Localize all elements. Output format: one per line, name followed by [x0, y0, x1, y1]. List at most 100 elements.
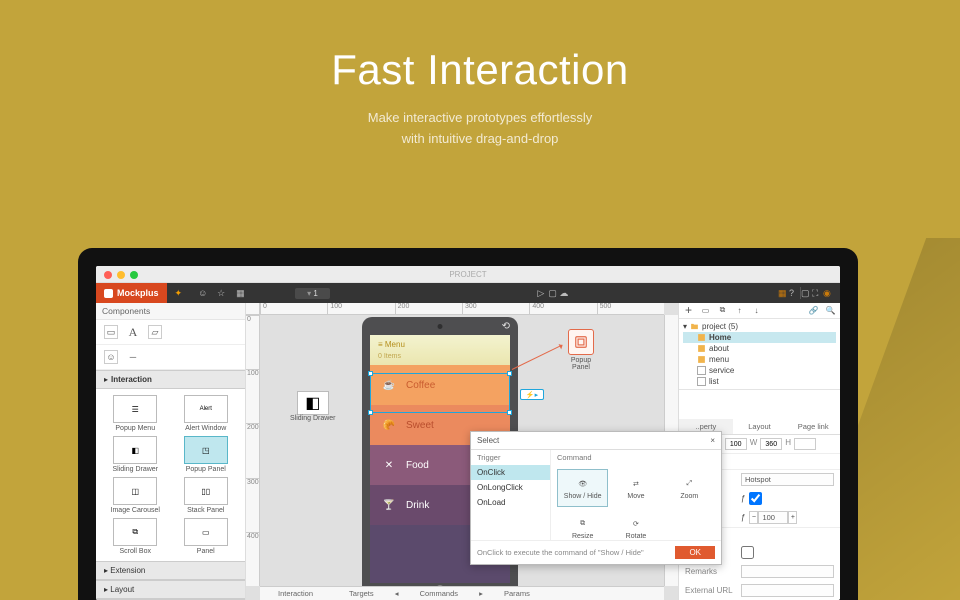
ruler-vertical: 0100200300400 [246, 315, 260, 586]
line-icon[interactable]: ─ [126, 350, 140, 364]
zoom-dot[interactable] [130, 271, 138, 279]
comp-popup-menu[interactable]: ☰Popup Menu [102, 395, 169, 432]
down-icon[interactable]: ↓ [751, 305, 762, 316]
menu-header[interactable]: ≡ Menu 0 Items [370, 335, 510, 365]
page-tree[interactable]: ▾ project (5) Home about menu service li… [679, 319, 840, 390]
link-target-popup-panel[interactable] [568, 329, 594, 355]
canvas-bottom-tabs: Interaction Targets ◂ Commands ▸ Params [260, 586, 664, 600]
app-brand[interactable]: Mockplus [96, 283, 167, 303]
add-page-icon[interactable]: + [683, 305, 694, 316]
ruler-horizontal: 0100200300400500 [260, 303, 664, 315]
tab-prev-icon[interactable]: ◂ [392, 589, 402, 598]
command-zoom[interactable]: ⤢Zoom [664, 469, 715, 507]
tree-page-list[interactable]: list [683, 376, 836, 387]
accordion-layout[interactable]: ▸ Layout [96, 580, 245, 599]
comp-stack-panel[interactable]: ▯▯Stack Panel [173, 477, 240, 514]
resize-icon: ⧉ [576, 517, 590, 531]
tab-interaction[interactable]: Interaction [260, 589, 331, 598]
comp-image-carousel[interactable]: ◫Image Carousel [102, 477, 169, 514]
command-show-hide[interactable]: 👁Show / Hide [557, 469, 608, 507]
smiley-icon[interactable]: ☺ [198, 288, 209, 299]
external-url-field[interactable] [741, 584, 834, 597]
tab-next-icon[interactable]: ▸ [476, 589, 486, 598]
components-panel: Components ▭ A ▱ ☺ ─ ▸Interaction ☰Popup… [96, 303, 246, 600]
geom-y[interactable] [725, 438, 747, 450]
command-resize[interactable]: ⧉Resize [557, 509, 608, 547]
tree-page-home[interactable]: Home [683, 332, 836, 343]
remarks-field[interactable] [741, 565, 834, 578]
geom-h[interactable] [794, 438, 816, 450]
close-dot[interactable] [104, 271, 112, 279]
duplicate-icon[interactable]: ⧉ [717, 305, 728, 316]
comp-panel[interactable]: ▭Panel [173, 518, 240, 555]
layout-icon[interactable]: ▦ [236, 288, 247, 299]
hero-subtitle-line2: with intuitive drag-and-drop [402, 131, 559, 146]
tab-commands[interactable]: Commands [402, 589, 476, 598]
star-icon[interactable]: ☆ [217, 288, 228, 299]
text-icon[interactable]: A [126, 325, 140, 339]
opacity-value[interactable]: 100 [758, 511, 788, 524]
opacity-minus[interactable]: − [749, 511, 758, 524]
tree-page-about[interactable]: about [683, 343, 836, 354]
face-icon[interactable]: ☺ [104, 350, 118, 364]
page-toolbar: + ▭ ⧉ ↑ ↓ 🔗 🔍 [679, 303, 840, 319]
trigger-onlongclick[interactable]: OnLongClick [471, 480, 550, 495]
link-chip[interactable]: ⚡▸ [520, 389, 544, 400]
move-icon: ⇄ [629, 477, 643, 491]
up-icon[interactable]: ↑ [734, 305, 745, 316]
canvas-area[interactable]: 0100200300400500 0100200300400 ◧Sliding … [246, 303, 678, 600]
comp-sliding-drawer[interactable]: ◧Sliding Drawer [102, 436, 169, 473]
folder-icon[interactable]: ▭ [700, 305, 711, 316]
play-icon[interactable]: ▷ [537, 288, 548, 299]
tab-layout[interactable]: Layout [733, 419, 787, 434]
window-icon[interactable]: ▢ [801, 288, 812, 299]
command-rotate[interactable]: ⟳Rotate [610, 509, 661, 547]
ok-button[interactable]: OK [675, 546, 715, 559]
tree-page-menu[interactable]: menu [683, 354, 836, 365]
fullscreen-icon[interactable]: ⛶ [812, 288, 823, 299]
comp-popup-panel[interactable]: ◳Popup Panel [173, 436, 240, 473]
trigger-header: Trigger [471, 450, 550, 465]
type-field[interactable]: Hotspot [741, 473, 834, 486]
box-icon[interactable]: ▭ [104, 325, 118, 339]
traffic-lights[interactable] [104, 271, 138, 279]
cloud-icon[interactable]: ☁ [559, 288, 570, 299]
hero-title: Fast Interaction [0, 0, 960, 94]
tab-targets[interactable]: Targets [331, 589, 392, 598]
tree-page-service[interactable]: service [683, 365, 836, 376]
geom-w[interactable] [760, 438, 782, 450]
canvas-comp-sliding-drawer[interactable]: ◧Sliding Drawer [290, 391, 336, 422]
rotate-icon[interactable]: ⟲ [502, 321, 510, 332]
eye-icon: 👁 [576, 477, 590, 491]
accordion-interaction[interactable]: ▸Interaction [96, 370, 245, 389]
minimize-dot[interactable] [117, 271, 125, 279]
zoom-dropdown[interactable]: ▾ 1 [295, 288, 330, 299]
search-icon[interactable]: 🔍 [825, 305, 836, 316]
window-title: PROJECT [449, 270, 486, 279]
grid-icon[interactable]: ▦ [778, 288, 789, 299]
trigger-onload[interactable]: OnLoad [471, 495, 550, 510]
command-move[interactable]: ⇄Move [610, 469, 661, 507]
tab-pagelink[interactable]: Page link [786, 419, 840, 434]
toolbar-favorite[interactable]: ✦ [167, 283, 191, 303]
hero-subtitle-line1: Make interactive prototypes effortlessly [368, 110, 592, 125]
device-icon[interactable]: ▢ [548, 288, 559, 299]
dialog-close-icon[interactable]: × [710, 436, 715, 445]
trigger-onclick[interactable]: OnClick [471, 465, 550, 480]
tab-params[interactable]: Params [486, 589, 548, 598]
opacity-plus[interactable]: + [788, 511, 797, 524]
tree-project[interactable]: ▾ project (5) [683, 321, 836, 332]
accordion-extension[interactable]: ▸ Extension [96, 561, 245, 580]
help-icon[interactable]: ? [789, 288, 800, 299]
markup-checkbox[interactable] [741, 546, 754, 559]
list-row-coffee[interactable]: ☕Coffee [370, 365, 510, 405]
components-header: Components [96, 303, 245, 320]
preview-icon[interactable]: ◉ [823, 288, 834, 299]
visible-checkbox[interactable] [749, 492, 762, 505]
linked-icon[interactable]: 🔗 [808, 305, 819, 316]
window-titlebar: PROJECT [96, 266, 840, 283]
select-dialog: Select× Trigger OnClick OnLongClick OnLo… [470, 431, 722, 565]
comp-alert-window[interactable]: AlertAlert Window [173, 395, 240, 432]
shape-icon[interactable]: ▱ [148, 325, 162, 339]
comp-scroll-box[interactable]: ⧉Scroll Box [102, 518, 169, 555]
